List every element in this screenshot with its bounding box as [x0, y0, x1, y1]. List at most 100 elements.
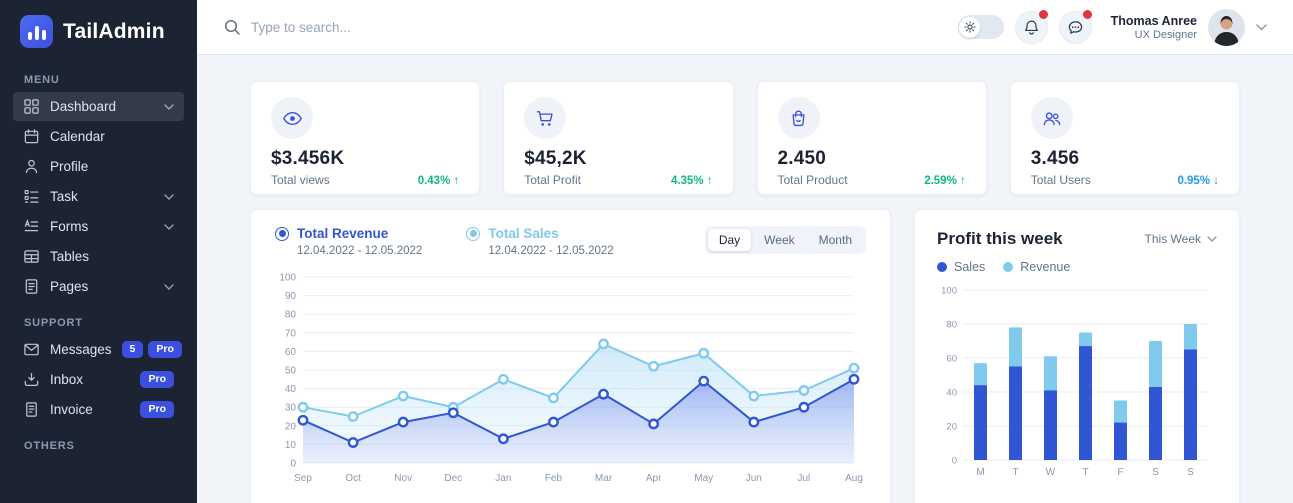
sidebar-item-label: Forms [50, 219, 88, 234]
svg-text:Oct: Oct [345, 473, 361, 484]
inbox-icon [23, 371, 40, 388]
legend-revenue: Revenue [1003, 260, 1070, 274]
sidebar-item-label: Profile [50, 159, 88, 174]
line-chart-legend: Total Revenue 12.04.2022 - 12.05.2022 To… [275, 226, 614, 257]
stat-label: Total Product [778, 173, 848, 187]
stat-label: Total views [271, 173, 330, 187]
week-select[interactable]: This Week [1145, 232, 1217, 246]
others-heading: OTHERS [24, 440, 173, 452]
tables-icon [23, 248, 40, 265]
calendar-icon [23, 128, 40, 145]
sidebar-item-label: Task [50, 189, 78, 204]
legend-label: Revenue [1020, 260, 1070, 274]
svg-text:Nov: Nov [394, 473, 412, 484]
legend-period: 12.04.2022 - 12.05.2022 [297, 245, 422, 257]
sidebar-item-messages[interactable]: Messages 5 Pro [13, 335, 184, 364]
sidebar-item-profile[interactable]: Profile [13, 152, 184, 181]
svg-text:40: 40 [946, 388, 957, 399]
sidebar-item-label: Pages [50, 279, 88, 294]
legend-dot-sales-icon [937, 262, 947, 272]
stat-card-total-views: $3.456K Total views 0.43% ↑ [250, 81, 480, 195]
task-icon [23, 188, 40, 205]
sidebar-item-task[interactable]: Task [13, 182, 184, 211]
invoice-icon [23, 401, 40, 418]
legend-period: 12.04.2022 - 12.05.2022 [488, 245, 613, 257]
support-heading: SUPPORT [24, 317, 173, 329]
notifications-button[interactable] [1015, 11, 1048, 44]
profit-week-bar-chart: 020406080100MTWTFSS [937, 280, 1217, 485]
user-meta: Thomas Anree UX Designer [1111, 14, 1197, 41]
bar-chart-title: Profit this week [937, 229, 1063, 249]
legend-total-sales: Total Sales 12.04.2022 - 12.05.2022 [466, 226, 613, 257]
dashboard-icon [23, 98, 40, 115]
sidebar: TailAdmin MENU Dashboard Calendar Profil… [0, 0, 197, 503]
charts-row: Total Revenue 12.04.2022 - 12.05.2022 To… [250, 209, 1240, 503]
sidebar-item-inbox[interactable]: Inbox Pro [13, 365, 184, 394]
user-menu-chevron-icon[interactable] [1256, 24, 1267, 31]
pro-badge: Pro [140, 371, 174, 388]
svg-text:40: 40 [285, 384, 297, 395]
stat-value: 3.456 [1031, 148, 1219, 170]
svg-text:T: T [1082, 467, 1088, 478]
svg-text:S: S [1187, 467, 1194, 478]
svg-text:Jul: Jul [798, 473, 811, 484]
users-icon [1041, 108, 1062, 129]
content: $3.456K Total views 0.43% ↑ $45,2K Total… [197, 55, 1293, 503]
search-icon [223, 18, 241, 36]
sun-icon [964, 21, 976, 33]
stat-delta: 4.35% ↑ [671, 175, 713, 187]
svg-text:Jun: Jun [746, 473, 762, 484]
bell-icon [1023, 19, 1040, 36]
chat-icon [1067, 19, 1084, 36]
svg-text:S: S [1152, 467, 1159, 478]
menu-heading: MENU [24, 74, 173, 86]
search-input[interactable] [251, 20, 531, 35]
svg-text:Aug: Aug [845, 473, 863, 484]
range-month-button[interactable]: Month [808, 229, 863, 251]
logo[interactable]: TailAdmin [0, 0, 197, 58]
svg-text:80: 80 [285, 310, 297, 321]
svg-text:Feb: Feb [545, 473, 563, 484]
header-controls: Thomas Anree UX Designer [958, 9, 1267, 46]
svg-text:60: 60 [285, 347, 297, 358]
pro-badge: Pro [148, 341, 182, 358]
range-day-button[interactable]: Day [708, 229, 751, 251]
svg-text:Dec: Dec [444, 473, 462, 484]
stat-value: $45,2K [524, 148, 712, 170]
search-bar [223, 18, 958, 36]
chat-button[interactable] [1059, 11, 1092, 44]
range-week-button[interactable]: Week [753, 229, 805, 251]
legend-sales: Sales [937, 260, 985, 274]
svg-text:T: T [1012, 467, 1018, 478]
week-select-value: This Week [1145, 232, 1201, 246]
dark-mode-toggle[interactable] [958, 15, 1004, 39]
chevron-down-icon [164, 104, 174, 110]
stat-delta: 0.95% ↓ [1177, 175, 1219, 187]
svg-text:100: 100 [279, 273, 296, 284]
bag-icon [788, 108, 809, 129]
svg-text:10: 10 [285, 440, 297, 451]
sidebar-item-forms[interactable]: Forms [13, 212, 184, 241]
sidebar-item-tables[interactable]: Tables [13, 242, 184, 271]
legend-label: Sales [954, 260, 985, 274]
chat-dot [1083, 10, 1092, 19]
svg-text:F: F [1117, 467, 1123, 478]
sidebar-item-dashboard[interactable]: Dashboard [13, 92, 184, 121]
legend-dot-revenue-icon [1003, 262, 1013, 272]
chevron-down-icon [1207, 236, 1217, 242]
pages-icon [23, 278, 40, 295]
messages-icon [23, 341, 40, 358]
app-title: TailAdmin [63, 20, 165, 44]
profile-icon [23, 158, 40, 175]
main-area: Thomas Anree UX Designer $3.456K Total v… [197, 0, 1293, 503]
sidebar-item-invoice[interactable]: Invoice Pro [13, 395, 184, 424]
sidebar-item-calendar[interactable]: Calendar [13, 122, 184, 151]
bar-chart-legend: Sales Revenue [937, 260, 1217, 274]
cart-icon [535, 108, 556, 129]
sidebar-item-label: Calendar [50, 129, 105, 144]
svg-text:50: 50 [285, 366, 297, 377]
top-bar: Thomas Anree UX Designer [197, 0, 1293, 55]
svg-text:W: W [1046, 467, 1056, 478]
avatar[interactable] [1208, 9, 1245, 46]
sidebar-item-pages[interactable]: Pages [13, 272, 184, 301]
